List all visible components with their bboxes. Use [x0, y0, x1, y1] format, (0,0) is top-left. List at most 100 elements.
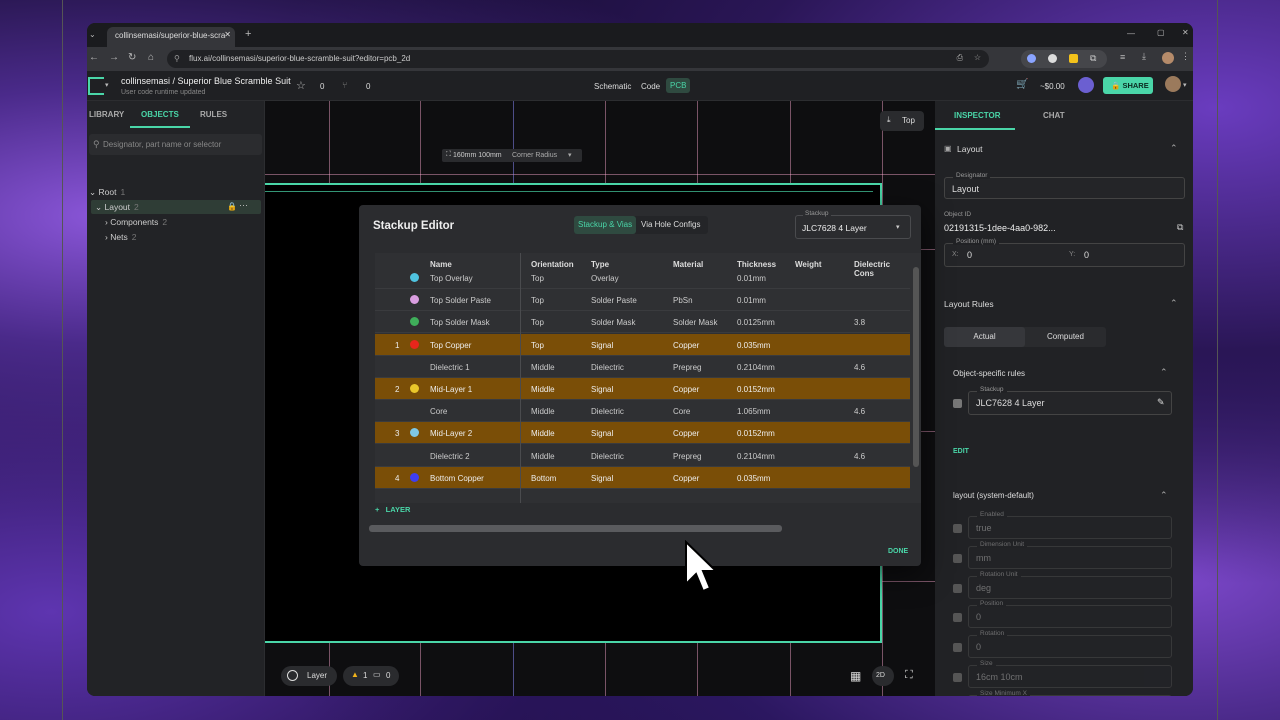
- extension-icon[interactable]: [1069, 54, 1078, 63]
- tab-objects[interactable]: OBJECTS: [141, 110, 179, 119]
- prop-checkbox[interactable]: [953, 643, 962, 653]
- prop-field[interactable]: Size Minimum X5mm: [968, 689, 1172, 696]
- address-bar[interactable]: ⚲ flux.ai/collinsemasi/superior-blue-scra…: [167, 50, 989, 68]
- table-row[interactable]: Top Solder Paste Top Solder Paste PbSn 0.01m…: [375, 289, 910, 312]
- close-tab-icon[interactable]: ✕: [224, 30, 231, 39]
- puzzle-icon[interactable]: ⧉: [1090, 53, 1096, 64]
- table-row[interactable]: 2 Mid-Layer 1 Middle Signal Copper 0.0152mm: [375, 378, 910, 400]
- tab-rules[interactable]: RULES: [200, 110, 227, 119]
- chevron-up-icon[interactable]: ⌃: [1170, 298, 1178, 309]
- toggle-actual[interactable]: Actual: [944, 327, 1025, 347]
- table-row[interactable]: Top Solder Mask Top Solder Mask Solder Mask…: [375, 311, 910, 334]
- minimize-icon[interactable]: —: [1127, 29, 1135, 38]
- back-icon[interactable]: ←: [89, 52, 99, 63]
- extension-icon[interactable]: [1048, 54, 1057, 63]
- extension-icon[interactable]: [1027, 54, 1036, 63]
- layer-color-swatch[interactable]: [410, 317, 419, 327]
- prop-checkbox[interactable]: [953, 673, 962, 682]
- close-window-icon[interactable]: ✕: [1182, 28, 1189, 37]
- position-field[interactable]: Position (mm) X: 0 Y: 0: [944, 238, 1185, 267]
- layer-color-swatch[interactable]: [410, 273, 419, 282]
- layer-color-swatch[interactable]: [410, 295, 419, 305]
- mode-code[interactable]: Code: [641, 82, 660, 91]
- stackup-select[interactable]: Stackup JLC7628 4 Layer ▾: [795, 210, 911, 239]
- cart-icon[interactable]: 🛒: [1016, 79, 1028, 90]
- project-title[interactable]: collinsemasi / Superior Blue Scramble Su…: [121, 76, 291, 86]
- horizontal-scrollbar[interactable]: [369, 525, 782, 532]
- layer-color-swatch[interactable]: [410, 339, 419, 349]
- tree-root[interactable]: ⌄ Root 1: [89, 187, 125, 198]
- table-row[interactable]: Dielectric 1 Middle Dielectric Prepreg 0.210…: [375, 356, 910, 378]
- tree-layout[interactable]: ⌄ Layout 2: [95, 202, 139, 213]
- menu-icon[interactable]: ⋮: [1181, 51, 1190, 62]
- maximize-icon[interactable]: ▢: [1157, 28, 1165, 37]
- chevron-up-icon[interactable]: ⌃: [1160, 490, 1168, 501]
- prop-field[interactable]: Position 0: [968, 600, 1172, 629]
- install-icon[interactable]: ⎙: [957, 53, 963, 63]
- account-avatar[interactable]: [1165, 76, 1181, 92]
- prop-checkbox[interactable]: [953, 613, 962, 623]
- tree-nets[interactable]: › Nets 2: [105, 232, 136, 242]
- home-icon[interactable]: ⌂: [148, 52, 154, 63]
- search-input[interactable]: ⚲ Designator, part name or selector: [89, 134, 262, 155]
- chevron-up-icon[interactable]: ⌃: [1160, 367, 1168, 378]
- tree-components[interactable]: › Components 2: [105, 217, 167, 227]
- prop-checkbox[interactable]: [953, 583, 962, 593]
- prop-checkbox[interactable]: [953, 524, 962, 533]
- site-info-icon[interactable]: ⚲: [174, 54, 180, 63]
- flux-logo[interactable]: [88, 77, 104, 95]
- done-button[interactable]: DONE: [888, 548, 908, 555]
- tab-inspector[interactable]: INSPECTOR: [954, 111, 1001, 120]
- tab-chat[interactable]: CHAT: [1043, 111, 1065, 120]
- browser-tab[interactable]: collinsemasi/superior-blue-scra ✕: [107, 27, 235, 47]
- prop-field[interactable]: Rotation Unit deg: [968, 570, 1172, 599]
- prop-field[interactable]: Size 16cm 10cm: [968, 660, 1172, 688]
- prop-field[interactable]: Enabled true: [968, 511, 1172, 539]
- layer-color-swatch[interactable]: [410, 384, 419, 393]
- price[interactable]: ~$0.00: [1040, 82, 1065, 91]
- layer-button[interactable]: Layer: [281, 666, 337, 686]
- prop-checkbox[interactable]: [953, 553, 962, 563]
- stackup-field[interactable]: Stackup JLC7628 4 Layer ✎: [968, 386, 1172, 415]
- object-rules-heading[interactable]: Object-specific rules: [953, 369, 1025, 378]
- mode-pcb[interactable]: PCB: [666, 78, 691, 93]
- section-layout-rules[interactable]: Layout Rules: [944, 299, 994, 309]
- user-avatar[interactable]: [1078, 77, 1094, 93]
- share-button[interactable]: 🔒 SHARE: [1103, 77, 1153, 94]
- fork-icon[interactable]: ⑂: [342, 80, 347, 90]
- account-chevron-icon[interactable]: ▾: [1183, 81, 1187, 89]
- tab-library[interactable]: LIBRARY: [89, 110, 124, 119]
- download-icon[interactable]: ⤓: [1142, 51, 1146, 62]
- system-default-heading[interactable]: layout (system-default): [953, 491, 1034, 500]
- side-toggle-button[interactable]: ⤓ Top: [880, 111, 924, 131]
- layer-color-swatch[interactable]: [410, 428, 419, 438]
- designator-field[interactable]: Designator Layout: [944, 172, 1185, 199]
- section-layout[interactable]: Layout: [957, 144, 983, 154]
- table-row[interactable]: Top Overlay Top Overlay 0.01mm: [375, 267, 910, 289]
- vertical-scrollbar[interactable]: [913, 267, 919, 467]
- toggle-computed[interactable]: Computed: [1025, 327, 1106, 347]
- star-icon[interactable]: ☆: [296, 79, 306, 92]
- forward-icon[interactable]: →: [109, 52, 119, 63]
- more-icon[interactable]: ⋯: [239, 200, 248, 211]
- edit-link[interactable]: EDIT: [953, 448, 969, 455]
- mode-schematic[interactable]: Schematic: [594, 82, 631, 91]
- logo-menu-chevron-icon[interactable]: ▾: [105, 81, 109, 89]
- tab-via-hole-configs[interactable]: Via Hole Configs: [641, 220, 700, 229]
- stackup-checkbox[interactable]: [953, 399, 962, 408]
- table-row[interactable]: 3 Mid-Layer 2 Middle Signal Copper 0.0152mm: [375, 422, 910, 445]
- pencil-icon[interactable]: ✎: [1157, 397, 1165, 408]
- grid-icon[interactable]: ▦: [850, 669, 861, 683]
- fullscreen-icon[interactable]: ⛶: [905, 669, 913, 682]
- reload-icon[interactable]: ↻: [128, 52, 136, 63]
- new-tab-icon[interactable]: +: [245, 28, 251, 40]
- layer-color-swatch[interactable]: [410, 472, 419, 482]
- tab-search-icon[interactable]: ⌄: [89, 30, 96, 39]
- table-row[interactable]: 4 Bottom Copper Bottom Signal Copper 0.035mm: [375, 466, 910, 489]
- lock-icon[interactable]: 🔒: [227, 202, 237, 211]
- profile-avatar[interactable]: [1162, 52, 1174, 64]
- add-layer-button[interactable]: + LAYER: [375, 505, 410, 514]
- issues-button[interactable]: ▲ 1 ▭ 0: [343, 666, 399, 686]
- chevron-up-icon[interactable]: ⌃: [1170, 143, 1178, 154]
- table-row[interactable]: Core Middle Dielectric Core 1.065mm 4.6: [375, 400, 910, 423]
